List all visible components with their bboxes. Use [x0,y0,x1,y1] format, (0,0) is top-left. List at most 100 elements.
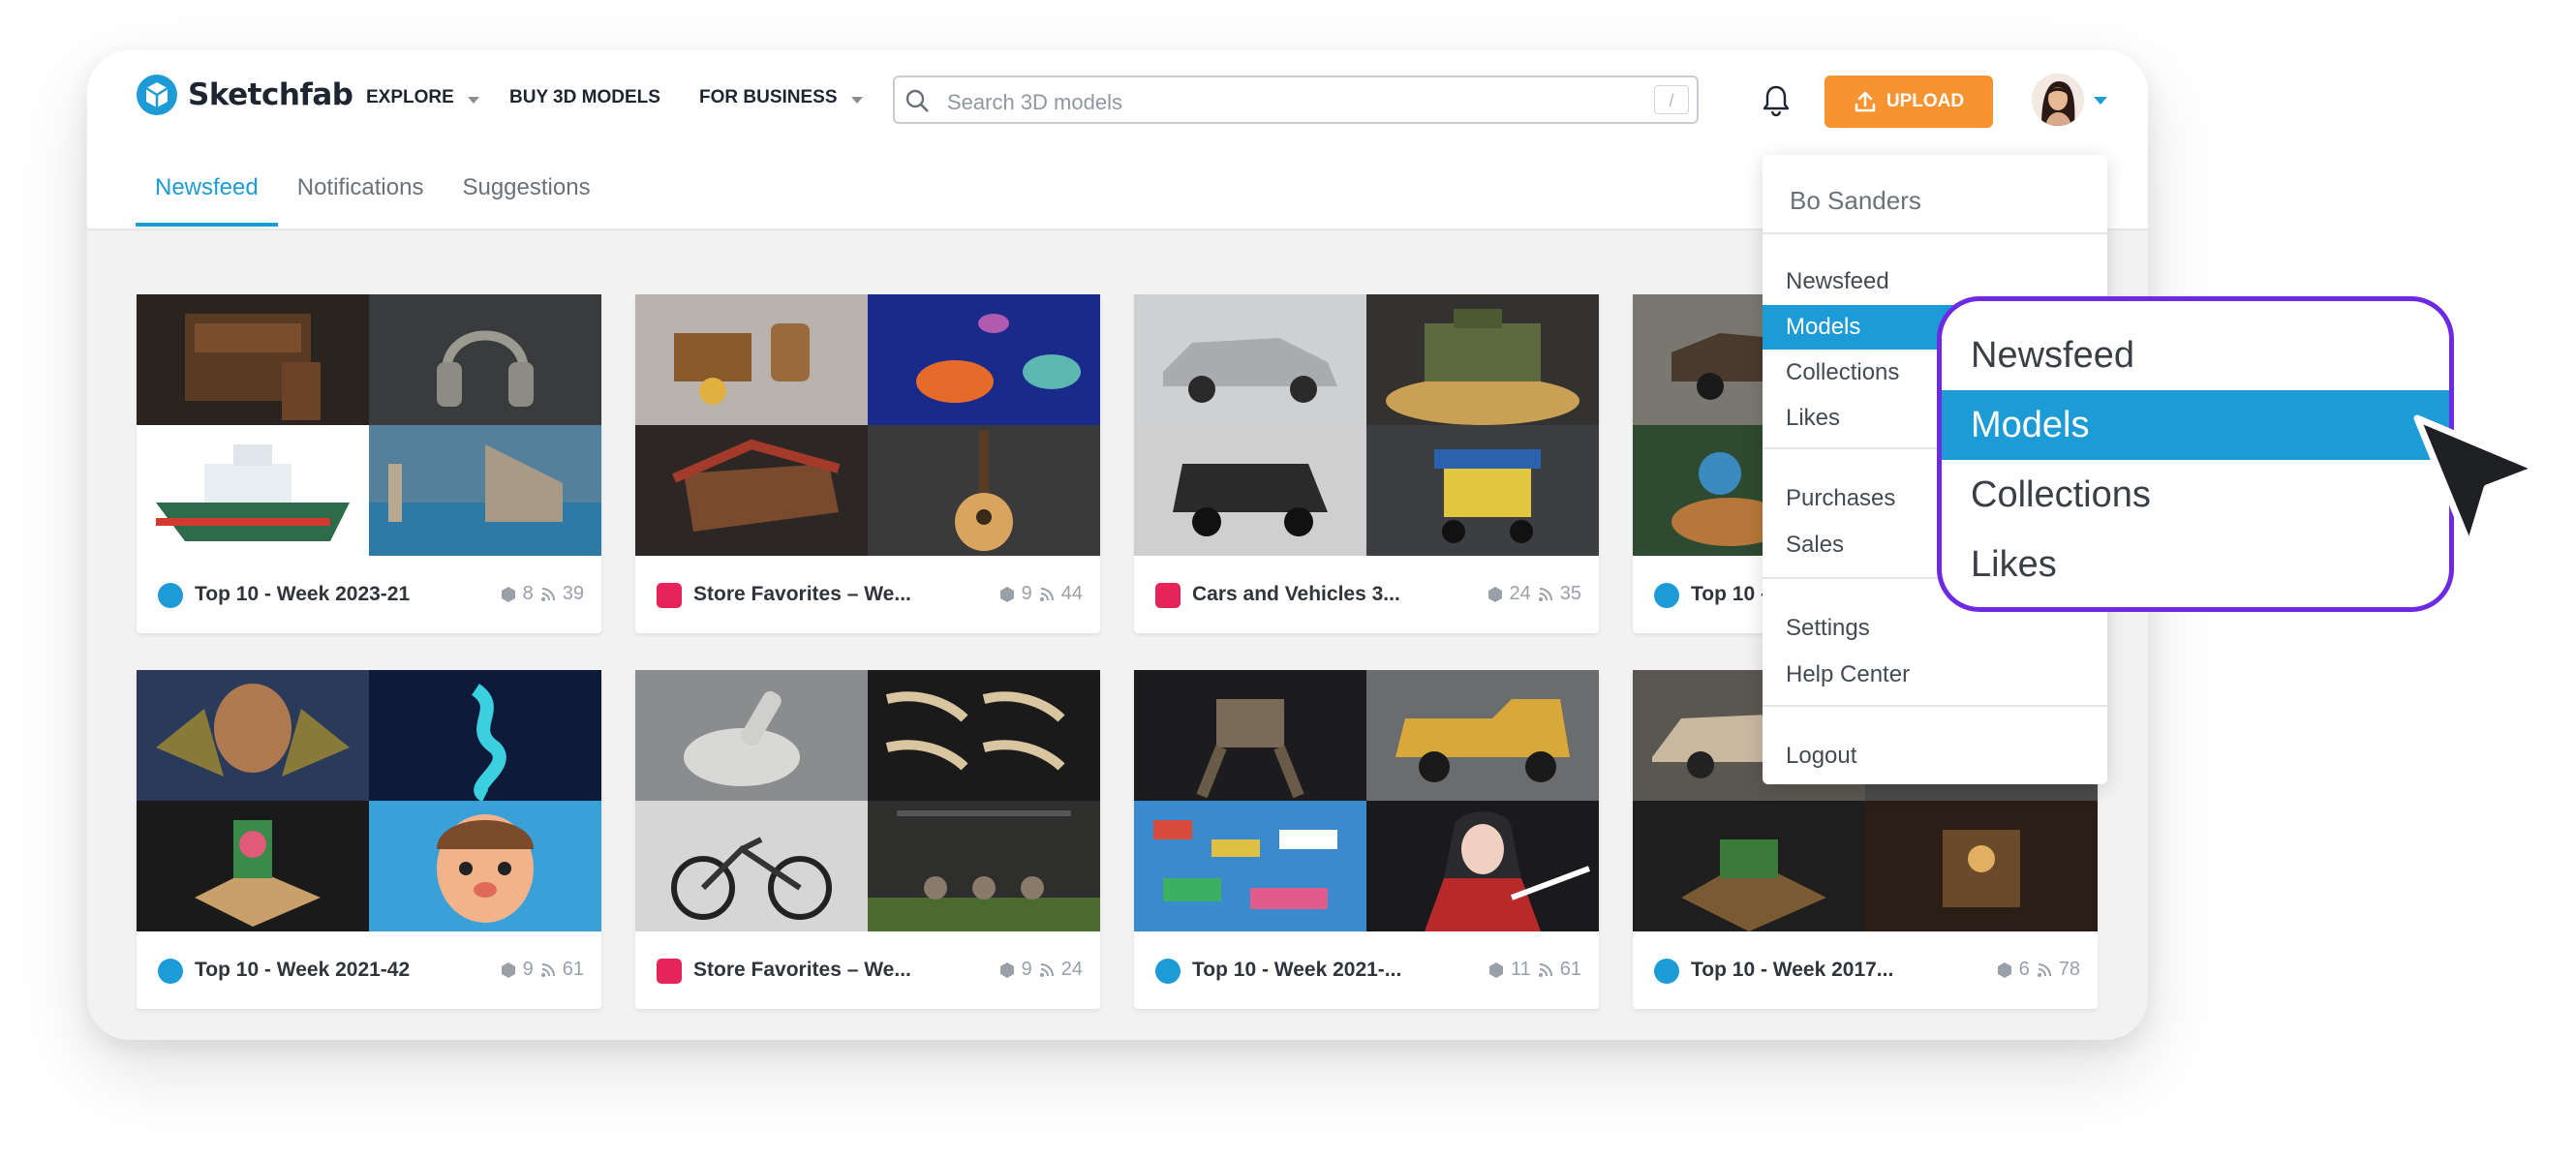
nav-business-label: FOR BUSINESS [699,87,838,107]
tab-newsfeed[interactable]: Newsfeed [136,174,278,227]
zoom-item-models[interactable]: Models [1942,390,2449,460]
card-thumbnails [635,294,1100,556]
collection-card[interactable]: Cars and Vehicles 3... 24 35 [1134,294,1599,633]
thumb-horns [868,670,1100,801]
logo[interactable]: Sketchfab [136,74,353,116]
dropdown-divider [1763,232,2107,234]
store-icon [657,583,682,608]
card-thumbnails [1134,294,1599,556]
upload-button[interactable]: UPLOAD [1825,76,1993,128]
nav-explore[interactable]: EXPLORE [366,87,479,108]
cube-icon [1997,961,2011,978]
thumb-room-diorama [1633,801,1865,931]
user-avatar-image [2032,74,2084,126]
card-title: Top 10 - Week 2017... [1691,959,1894,981]
card-title: Top 10 - Week 2021-... [1192,959,1402,981]
thumb-desk [137,294,369,425]
card-stats: 11 61 [1487,959,1581,981]
thumb-stall [635,425,868,556]
cube-icon [999,961,1014,978]
card-stats: 9 44 [998,583,1083,605]
thumb-bike [635,801,868,931]
model-count: 11 [1510,959,1531,980]
dropdown-username: Bo Sanders [1790,186,1921,215]
card-stats: 24 35 [1487,583,1581,605]
cube-icon [999,586,1014,602]
zoom-item-likes[interactable]: Likes [1942,530,2449,599]
thumb-spirit [369,670,601,801]
card-footer: Top 10 - Week 2021-42 9 61 [137,931,601,1009]
follower-count: 44 [1060,583,1083,604]
model-count: 9 [1021,583,1032,604]
dropdown-item-logout[interactable]: Logout [1763,734,2107,778]
zoom-item-collections[interactable]: Collections [1942,460,2449,530]
thumb-interior [1865,801,2098,931]
thumb-armored-vehicle [1366,294,1599,425]
follower-count: 61 [1559,959,1581,980]
thumb-silver-car [1134,294,1366,425]
brand-name: Sketchfab [188,77,353,112]
follower-count: 39 [562,583,584,604]
card-title: Store Favorites – We... [693,583,911,605]
chevron-down-icon [850,96,863,104]
model-count: 9 [522,959,534,980]
card-stats: 9 61 [500,959,584,981]
card-thumbnails [137,670,601,931]
card-title: Cars and Vehicles 3... [1192,583,1400,605]
staffpicks-cube-icon [158,583,183,608]
search-icon [905,89,929,112]
chevron-down-icon [467,96,479,104]
card-thumbnails [137,294,601,556]
card-footer: Store Favorites – We... 9 44 [635,556,1100,633]
upload-label: UPLOAD [1886,91,1965,111]
card-footer: Top 10 - Week 2017... 6 78 [1633,931,2098,1009]
card-title: Top 10 - Week 2021-42 [195,959,411,981]
card-title: Top 10 - Week 2023-21 [195,583,411,605]
dropdown-divider [1763,705,2107,707]
thumb-fish [868,294,1100,425]
zoom-item-newsfeed[interactable]: Newsfeed [1942,320,2449,390]
card-footer: Cars and Vehicles 3... 24 35 [1134,556,1599,633]
thumb-yellow-truck [1366,670,1599,801]
thumb-ship [137,425,369,556]
thumb-guitar [868,425,1100,556]
app-window: Sketchfab EXPLORE BUY 3D MODELS FOR BUSI… [87,50,2148,1040]
follower-count: 24 [1060,959,1083,980]
nav-buy-3d-models[interactable]: BUY 3D MODELS [509,87,660,108]
cube-icon [501,586,515,602]
avatar-menu-chevron-icon[interactable] [2094,97,2107,105]
avatar[interactable] [2032,74,2084,126]
model-count: 6 [2018,959,2030,980]
staffpicks-cube-icon [1654,959,1679,984]
collection-card[interactable]: Store Favorites – We... 9 44 [635,294,1100,633]
follower-count: 35 [1559,583,1581,604]
thumb-headphones [369,294,601,425]
tab-notifications[interactable]: Notifications [278,174,444,223]
cube-icon [1488,961,1503,978]
follow-icon [540,962,555,977]
nav-for-business[interactable]: FOR BUSINESS [699,87,863,108]
bell-icon[interactable] [1761,83,1792,118]
thumb-mortar [635,670,868,801]
card-footer: Store Favorites – We... 9 24 [635,931,1100,1009]
thumb-taxi [1134,425,1366,556]
search-input[interactable]: Search 3D models / [893,76,1699,124]
follower-count: 78 [2058,959,2080,980]
nav-explore-label: EXPLORE [366,87,454,107]
follow-icon [2037,962,2051,977]
collection-card[interactable]: Top 10 - Week 2023-21 8 39 [137,294,601,633]
zoomed-menu-callout: Newsfeed Models Collections Likes [1937,296,2454,612]
model-count: 8 [522,583,534,604]
collection-card[interactable]: Top 10 - Week 2021-... 11 61 [1134,670,1599,1009]
card-stats: 6 78 [1996,959,2080,981]
tab-suggestions[interactable]: Suggestions [443,174,609,223]
collection-card[interactable]: Store Favorites – We... 9 24 [635,670,1100,1009]
feed-tabs: Newsfeed Notifications Suggestions [136,174,610,227]
card-thumbnails [635,670,1100,931]
card-footer: Top 10 - Week 2021-... 11 61 [1134,931,1599,1009]
collection-card[interactable]: Top 10 - Week 2021-42 9 61 [137,670,601,1009]
cube-icon [501,961,515,978]
dropdown-item-help-center[interactable]: Help Center [1763,653,2107,697]
card-title: Top 10 - [1691,583,1767,605]
dropdown-item-settings[interactable]: Settings [1763,606,2107,651]
